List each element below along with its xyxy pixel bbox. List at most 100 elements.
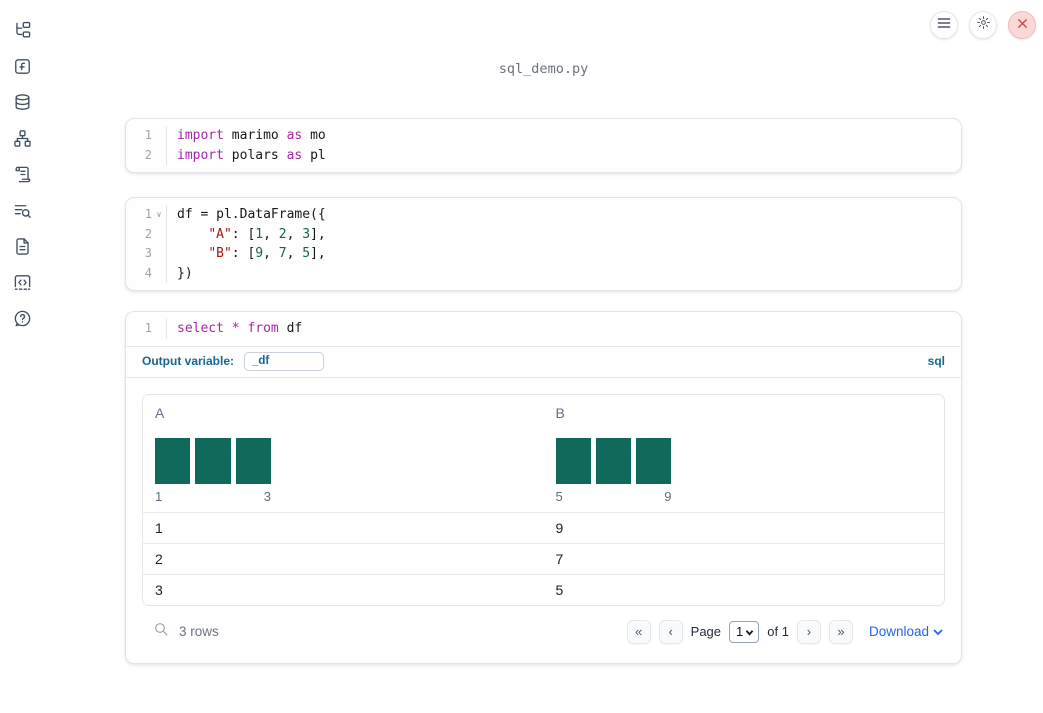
line-number: 2 (144, 226, 152, 241)
histogram-bar (155, 437, 191, 484)
sidebar-item-variables[interactable] (0, 51, 44, 87)
code-editor[interactable]: 1 import marimo as mo 2 import polars as… (126, 119, 961, 172)
hist-max-label: 3 (263, 488, 271, 504)
cell-value: 1 (155, 519, 163, 536)
histogram-bar (235, 437, 271, 484)
database-icon (13, 93, 32, 117)
line-number: 1 (144, 207, 152, 221)
last-page-icon: » (837, 624, 845, 639)
code-cell-imports: 1 import marimo as mo 2 import polars as… (125, 118, 962, 173)
code-line: 1 ∨ df = pl.DataFrame({ (126, 205, 961, 225)
sidebar-item-snippets[interactable] (0, 231, 44, 267)
histogram-bar (555, 437, 591, 484)
code-text: import marimo as mo (177, 128, 326, 143)
histogram-bar (195, 437, 231, 484)
sql-language-badge[interactable]: sql (928, 354, 945, 368)
pagination-controls: « ‹ Page 1 of 1 › » Download (626, 619, 943, 644)
sidebar-item-logs[interactable] (0, 159, 44, 195)
code-line: 2 "A": [1, 2, 3], (126, 224, 961, 244)
code-text: df = pl.DataFrame({ (177, 207, 326, 222)
sidebar-item-dependencies[interactable] (0, 123, 44, 159)
download-label: Download (868, 624, 929, 639)
next-page-icon: › (806, 624, 812, 639)
notebook-actions (930, 11, 1036, 39)
search-button[interactable] (152, 623, 170, 641)
helper-panel-sidebar (0, 0, 44, 713)
column-header-a[interactable]: A 1 3 (143, 395, 544, 512)
page-label: Page (690, 624, 722, 639)
chevron-down-icon (933, 624, 943, 639)
table-row[interactable]: 3 5 (143, 573, 944, 605)
sidebar-item-scratchpad[interactable] (0, 267, 44, 303)
row-count: 3 rows (179, 624, 219, 639)
line-number: 4 (144, 265, 152, 280)
hist-min-label: 5 (555, 488, 563, 504)
gear-icon (976, 15, 991, 35)
prev-page-button[interactable]: ‹ (658, 619, 683, 644)
function-square-icon (13, 57, 32, 81)
code-line: 3 "B": [9, 7, 5], (126, 244, 961, 264)
page-total-label: of 1 (767, 624, 789, 639)
table-header-row: A 1 3 B 5 9 (143, 395, 944, 512)
cell-value: 9 (555, 519, 564, 536)
text-search-icon (13, 201, 32, 225)
code-text: select * from df (177, 321, 303, 336)
menu-button[interactable] (930, 11, 958, 39)
table-footer: 3 rows « ‹ Page 1 of 1 › » Download (142, 615, 945, 649)
settings-button[interactable] (969, 11, 997, 39)
output-variable-input[interactable] (244, 351, 325, 371)
prev-page-icon: ‹ (668, 624, 673, 639)
first-page-icon: « (635, 624, 643, 639)
sql-cell: 1 select * from df Output variable: sql … (125, 311, 962, 664)
page-select[interactable]: 1 (729, 620, 760, 643)
last-page-button[interactable]: » (828, 619, 853, 644)
code-cell-dataframe: 1 ∨ df = pl.DataFrame({ 2 "A": [1, 2, 3]… (125, 197, 962, 291)
notebook-filename: sql_demo.py (498, 61, 589, 77)
code-text: "A": [1, 2, 3], (208, 226, 326, 242)
histogram-bar (595, 437, 632, 484)
hist-min-label: 1 (155, 488, 163, 504)
column-histogram: 1 3 (155, 437, 271, 504)
sidebar-item-datasources[interactable] (0, 87, 44, 123)
code-text: import polars as pl (177, 147, 326, 163)
download-button[interactable]: Download (869, 624, 943, 639)
next-page-button[interactable]: › (796, 619, 821, 644)
column-label: A (155, 404, 165, 421)
cell-value: 7 (555, 550, 564, 567)
sql-editor[interactable]: 1 select * from df (126, 312, 961, 346)
table-row[interactable]: 2 7 (143, 542, 944, 574)
dependency-graph-icon (13, 129, 32, 153)
table-row[interactable]: 1 9 (143, 511, 944, 543)
line-number: 1 (144, 321, 152, 335)
sidebar-item-files[interactable] (0, 15, 44, 51)
sidebar-item-chat[interactable] (0, 303, 44, 339)
page-select-value: 1 (736, 624, 744, 639)
code-line: 1 import marimo as mo (126, 126, 961, 146)
cell-value: 3 (155, 581, 163, 598)
column-label: B (555, 404, 565, 421)
line-number: 1 (144, 128, 152, 142)
shutdown-button[interactable] (1008, 11, 1036, 39)
hamburger-menu-icon (937, 16, 951, 34)
cell-output: A 1 3 B 5 9 1 9 2 7 3 5 3 rows « ‹ Page … (126, 376, 961, 663)
hist-max-label: 9 (664, 488, 672, 504)
close-x-icon (1017, 16, 1028, 34)
code-text: }) (177, 265, 193, 281)
code-line: 1 select * from df (126, 319, 961, 339)
code-line: 4 }) (126, 263, 961, 283)
code-editor[interactable]: 1 ∨ df = pl.DataFrame({ 2 "A": [1, 2, 3]… (126, 198, 961, 290)
file-text-icon (13, 237, 32, 261)
line-number: 3 (144, 246, 152, 260)
first-page-button[interactable]: « (626, 619, 651, 644)
cell-value: 5 (555, 581, 564, 598)
sql-options-bar: Output variable: sql (126, 345, 961, 377)
code-line: 2 import polars as pl (126, 145, 961, 165)
fold-chevron-icon[interactable]: ∨ (152, 205, 167, 225)
line-number: 2 (144, 147, 152, 162)
sidebar-item-documentation[interactable] (0, 195, 44, 231)
cell-value: 2 (155, 550, 163, 567)
scroll-icon (13, 165, 32, 189)
column-header-b[interactable]: B 5 9 (544, 395, 945, 512)
code-square-icon (13, 273, 32, 297)
search-icon (153, 621, 169, 642)
